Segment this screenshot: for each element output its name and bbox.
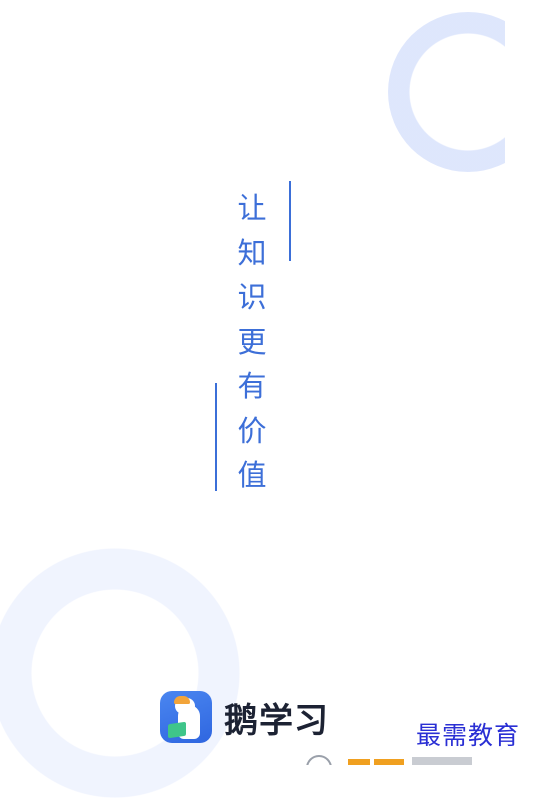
goose-mascot-icon (160, 691, 212, 743)
watermark-text: 最需教育 (416, 721, 521, 750)
divider-line-top (289, 181, 291, 261)
slogan-char: 知 (237, 235, 267, 270)
partial-site-logo (296, 755, 486, 765)
divider-line-bottom (215, 383, 217, 491)
slogan-char: 让 (237, 191, 267, 225)
slogan-char: 值 (237, 458, 267, 492)
slogan-char: 识 (237, 280, 267, 314)
slogan-vertical: 让 知 识 更 有 价 值 (232, 186, 272, 498)
brand-name: 鹅学习 (224, 700, 329, 741)
brand-lockup: 鹅学习 (160, 689, 329, 745)
decorative-ring-bottom (0, 548, 240, 798)
slogan-char: 更 (237, 324, 267, 359)
background-edge (505, 0, 538, 765)
slogan-char: 价 (237, 413, 267, 448)
slogan-char: 有 (237, 369, 267, 403)
